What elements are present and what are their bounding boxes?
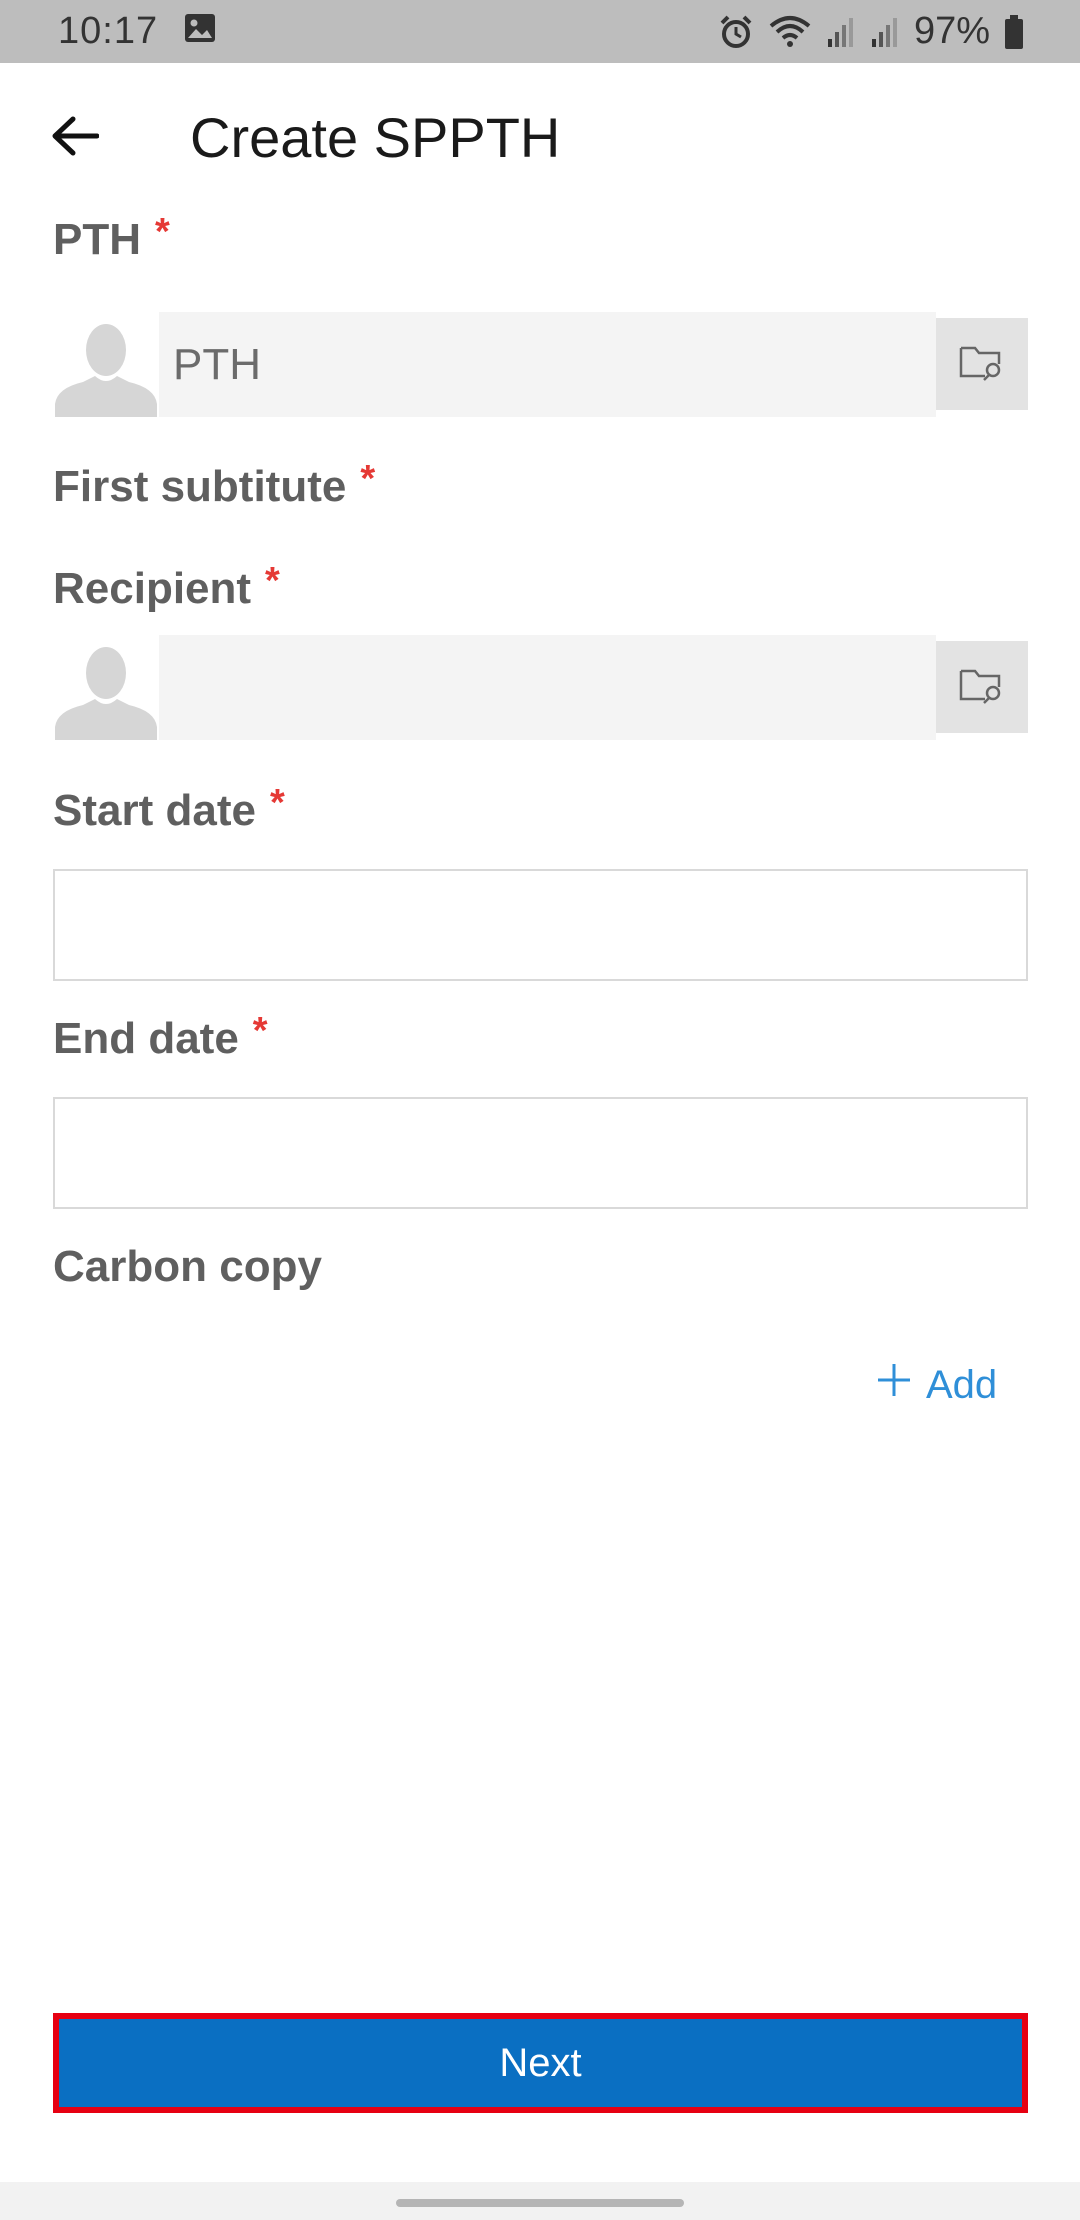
pth-picker: PTH: [53, 312, 1028, 417]
first-substitute-label: First subtitute *: [53, 458, 375, 512]
carbon-copy-label-text: Carbon copy: [53, 1242, 322, 1291]
alarm-icon: [718, 14, 754, 50]
navigation-bar: [0, 2182, 1080, 2220]
required-mark: *: [360, 458, 376, 500]
app-bar: Create SPPTH: [0, 63, 1080, 213]
home-indicator[interactable]: [396, 2199, 684, 2207]
folder-search-icon: [959, 342, 1005, 387]
pth-label-text: PTH: [53, 215, 141, 264]
battery-percent: 97%: [913, 10, 990, 52]
recipient-picker-button[interactable]: [936, 641, 1028, 733]
signal-icon: [870, 15, 900, 49]
person-silhouette-icon: [53, 635, 159, 740]
status-bar: 10:17 97%: [0, 0, 1080, 63]
recipient-label: Recipient *: [53, 560, 280, 614]
recipient-picker: [53, 635, 1028, 740]
end-date-input[interactable]: [53, 1097, 1028, 1209]
required-mark: *: [269, 782, 285, 824]
signal-icon: [826, 15, 856, 49]
back-button[interactable]: [40, 103, 110, 173]
carbon-copy-label: Carbon copy: [53, 1242, 322, 1292]
pth-field[interactable]: PTH: [159, 312, 936, 417]
add-carbon-copy-button[interactable]: Add: [876, 1362, 997, 1408]
recipient-field[interactable]: [159, 635, 936, 740]
battery-icon: [1004, 14, 1024, 49]
pth-picker-button[interactable]: [936, 318, 1028, 410]
plus-icon: [876, 1362, 912, 1408]
start-date-input[interactable]: [53, 869, 1028, 981]
add-label: Add: [926, 1362, 998, 1407]
required-mark: *: [155, 211, 170, 253]
end-date-label: End date *: [53, 1010, 268, 1064]
required-mark: *: [252, 1010, 268, 1052]
wifi-icon: [768, 14, 812, 50]
recipient-label-text: Recipient: [53, 564, 252, 613]
pth-label: PTH *: [53, 211, 170, 265]
status-time: 10:17: [58, 10, 159, 52]
required-mark: *: [265, 560, 280, 602]
arrow-left-icon: [51, 116, 100, 161]
start-date-label: Start date *: [53, 782, 285, 836]
start-date-label-text: Start date: [53, 786, 256, 835]
page-title: Create SPPTH: [190, 106, 561, 169]
image-icon: [184, 10, 216, 53]
first-substitute-label-text: First subtitute: [53, 462, 347, 511]
folder-search-icon: [959, 665, 1005, 710]
end-date-label-text: End date: [53, 1014, 239, 1063]
person-silhouette-icon: [53, 312, 159, 417]
next-button[interactable]: Next: [53, 2013, 1028, 2113]
next-label: Next: [499, 2040, 582, 2085]
